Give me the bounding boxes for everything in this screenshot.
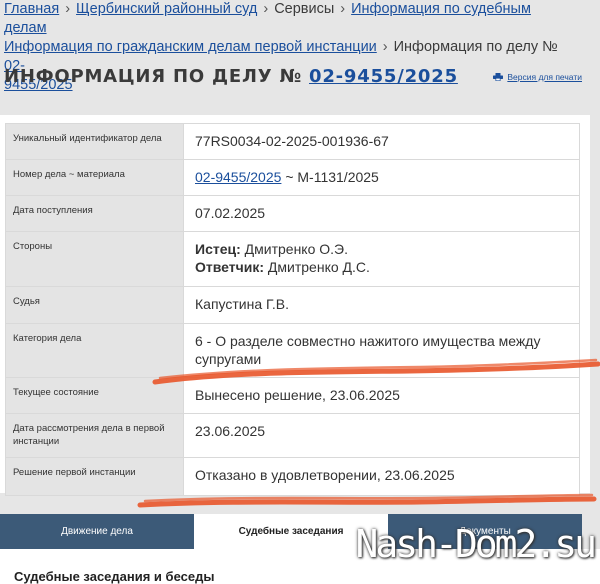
received-date-label: Дата поступления	[5, 195, 184, 232]
case-number-value-link[interactable]: 02-9455/2025	[195, 169, 281, 185]
plaintiff-label: Истец:	[195, 241, 241, 257]
table-row: Текущее состояние Вынесено решение, 23.0…	[5, 377, 580, 414]
plaintiff-line: Истец: Дмитренко О.Э.	[195, 240, 569, 258]
decision-value: Отказано в удовлетворении, 23.06.2025	[183, 457, 580, 496]
breadcrumb-home[interactable]: Главная	[4, 1, 59, 17]
review-date-label: Дата рассмотрения дела в первой инстанци…	[5, 413, 184, 458]
table-row: Стороны Истец: Дмитренко О.Э. Ответчик: …	[5, 231, 580, 287]
plaintiff-name: Дмитренко О.Э.	[244, 241, 348, 257]
table-row: Дата поступления 07.02.2025	[5, 195, 580, 232]
title-row: ИНФОРМАЦИЯ ПО ДЕЛУ № 02-9455/2025 Версия…	[4, 66, 594, 90]
case-number-value: 02-9455/2025 ~ М-1131/2025	[183, 159, 580, 196]
defendant-label: Ответчик:	[195, 259, 265, 275]
judge-label: Судья	[5, 286, 184, 324]
state-value: Вынесено решение, 23.06.2025	[183, 377, 580, 414]
received-date-value: 07.02.2025	[183, 195, 580, 232]
table-row: Уникальный идентификатор дела 77RS0034-0…	[5, 123, 580, 160]
parties-label: Стороны	[5, 231, 184, 287]
parties-value: Истец: Дмитренко О.Э. Ответчик: Дмитренк…	[183, 231, 580, 287]
watermark: Nash-Dom2.su	[355, 522, 597, 566]
tab-case-movement[interactable]: Движение дела	[0, 514, 194, 549]
state-label: Текущее состояние	[5, 377, 184, 414]
case-info-panel: Уникальный идентификатор дела 77RS0034-0…	[0, 115, 590, 496]
page-title-prefix: ИНФОРМАЦИЯ ПО ДЕЛУ №	[4, 66, 302, 87]
case-info-table: Уникальный идентификатор дела 77RS0034-0…	[5, 123, 580, 496]
category-value: 6 - О разделе совместно нажитого имущест…	[183, 323, 580, 378]
breadcrumb-separator: ›	[340, 1, 346, 17]
table-row: Категория дела 6 - О разделе совместно н…	[5, 323, 580, 378]
decision-label: Решение первой инстанции	[5, 457, 184, 496]
table-row: Решение первой инстанции Отказано в удов…	[5, 457, 580, 496]
printer-icon	[493, 73, 504, 81]
print-version-link[interactable]: Версия для печати	[493, 72, 582, 82]
review-date-value: 23.06.2025	[183, 413, 580, 458]
breadcrumb-services: Сервисы	[274, 1, 335, 17]
print-version-label: Версия для печати	[507, 72, 582, 82]
category-label: Категория дела	[5, 323, 184, 378]
breadcrumb-separator: ›	[382, 39, 388, 55]
case-number-label: Номер дела ~ материала	[5, 159, 184, 196]
table-row: Дата рассмотрения дела в первой инстанци…	[5, 413, 580, 458]
breadcrumb-civil-cases[interactable]: Информация по гражданским делам первой и…	[4, 39, 377, 55]
breadcrumb-separator: ›	[65, 1, 71, 17]
table-row: Номер дела ~ материала 02-9455/2025 ~ М-…	[5, 159, 580, 196]
section-title: Судебные заседания и беседы	[14, 569, 215, 584]
case-number-link[interactable]: 02-9455/2025	[309, 66, 458, 87]
uid-label: Уникальный идентификатор дела	[5, 123, 184, 160]
table-row: Судья Капустина Г.В.	[5, 286, 580, 324]
defendant-name: Дмитренко Д.С.	[267, 259, 370, 275]
judge-value: Капустина Г.В.	[183, 286, 580, 324]
red-scribble-lower	[137, 496, 597, 508]
material-number: ~ М-1131/2025	[285, 169, 379, 185]
uid-value: 77RS0034-02-2025-001936-67	[183, 123, 580, 160]
breadcrumb-separator: ›	[263, 1, 269, 17]
defendant-line: Ответчик: Дмитренко Д.С.	[195, 258, 569, 276]
breadcrumb-court[interactable]: Щербинский районный суд	[76, 1, 257, 17]
